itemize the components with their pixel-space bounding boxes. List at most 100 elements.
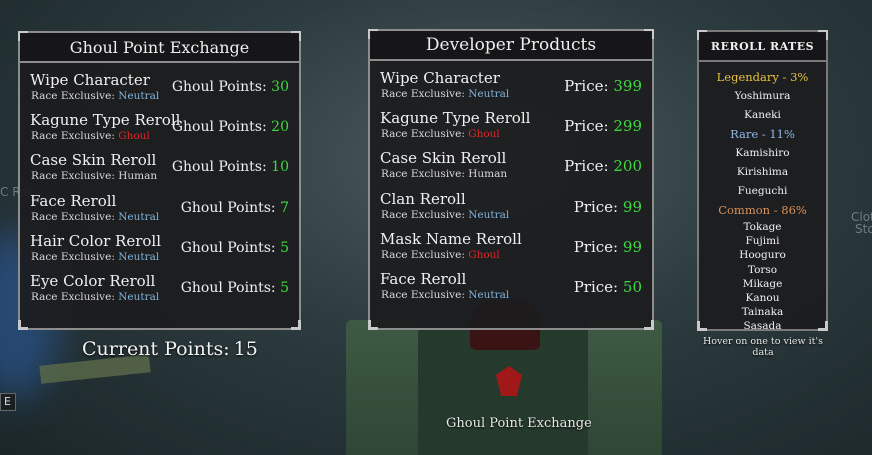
cost-label: Ghoul Points: (171, 79, 267, 95)
developer-product-item[interactable]: Kagune Type Reroll Race Exclusive: Ghoul P… (370, 105, 652, 145)
rate-item[interactable]: Mikage (699, 277, 826, 291)
item-name: Kagune Type Reroll (30, 111, 181, 130)
reroll-rates-panel: REROLL RATES Legendary - 3% Yoshimura Ka… (697, 30, 828, 334)
item-name: Case Skin Reroll (380, 149, 507, 168)
developer-products-title: Developer Products (425, 35, 597, 55)
hover-hint: Hover on one to view it's data (703, 336, 823, 358)
developer-product-item[interactable]: Mask Name Reroll Race Exclusive: Ghoul Pri… (370, 226, 652, 266)
ghoul-exchange-title: Ghoul Point Exchange (69, 37, 250, 57)
rate-item[interactable]: Yoshimura (699, 87, 826, 106)
reroll-rates-title: REROLL RATES (710, 39, 815, 53)
rate-item[interactable]: Kamishiro (699, 144, 826, 163)
cost-value: 5 (280, 279, 289, 296)
developer-product-item[interactable]: Case Skin Reroll Race Exclusive: Human Pri… (370, 145, 652, 185)
item-cost: Ghoul Points: 10 (172, 159, 289, 175)
race-exclusive: Race Exclusive: Neutral (31, 211, 159, 223)
rate-item[interactable]: Tokage (699, 220, 826, 234)
cost-value: 5 (280, 239, 289, 256)
race-exclusive: Race Exclusive: Human (31, 170, 157, 182)
item-name: Wipe Character (380, 69, 500, 87)
keybind-hint-key: E (4, 395, 11, 408)
cost-value: 299 (613, 117, 642, 136)
race-value: Neutral (468, 208, 510, 221)
developer-products-header: Developer Products (370, 31, 652, 61)
race-exclusive: Race Exclusive: Ghoul (381, 128, 500, 140)
race-value: Neutral (118, 210, 160, 223)
cost-value: 50 (622, 277, 642, 296)
cost-value: 399 (613, 77, 642, 95)
item-name: Hair Color Reroll (30, 231, 162, 250)
ghoul-exchange-item[interactable]: Hair Color Reroll Race Exclusive: Neutral… (20, 228, 299, 268)
race-exclusive-label: Race Exclusive: (381, 88, 465, 100)
cost-label: Ghoul Points: (171, 159, 267, 176)
developer-products-list: Wipe Character Race Exclusive: Neutral Pri… (370, 65, 652, 306)
race-exclusive-label: Race Exclusive: (381, 168, 465, 181)
rate-item[interactable]: Tainaka (699, 305, 826, 319)
rate-item[interactable]: Kaneki (699, 106, 826, 125)
race-value: Neutral (118, 290, 160, 303)
race-exclusive-label: Race Exclusive: (31, 250, 115, 263)
item-cost: Ghoul Points: 20 (172, 119, 289, 135)
developer-product-item[interactable]: Wipe Character Race Exclusive: Neutral Pri… (370, 65, 652, 105)
reroll-rates-header: REROLL RATES (699, 32, 826, 62)
item-name: Mask Name Reroll (380, 229, 522, 248)
developer-product-item[interactable]: Face Reroll Race Exclusive: Neutral Price:… (370, 266, 652, 306)
item-cost: Price: 50 (574, 278, 642, 296)
race-exclusive-label: Race Exclusive: (31, 210, 115, 223)
item-cost: Price: 299 (564, 117, 642, 135)
cost-value: 20 (271, 119, 289, 136)
cost-value: 10 (271, 159, 289, 176)
cost-label: Price: (564, 117, 609, 136)
developer-product-item[interactable]: Clan Reroll Race Exclusive: Neutral Price:… (370, 186, 652, 226)
rate-item[interactable]: Kirishima (699, 163, 826, 182)
race-exclusive: Race Exclusive: Neutral (381, 289, 509, 301)
panel-corner (18, 320, 28, 330)
item-cost: Price: 99 (574, 238, 642, 256)
rate-item[interactable]: Torso (699, 263, 826, 277)
rate-tier-legendary: Legendary - 3% (716, 70, 809, 84)
cost-label: Price: (573, 277, 619, 296)
rate-item[interactable]: Fujimi (699, 234, 826, 248)
panel-corner (368, 320, 378, 330)
keybind-hint-box[interactable]: E (0, 393, 16, 411)
item-cost: Ghoul Points: 5 (181, 280, 289, 296)
item-name: Clan Reroll (380, 189, 466, 208)
ghoul-exchange-item[interactable]: Case Skin Reroll Race Exclusive: Human Gho… (20, 147, 299, 187)
panel-corner (644, 320, 654, 330)
item-name: Kagune Type Reroll (380, 109, 531, 128)
ghoul-exchange-item[interactable]: Face Reroll Race Exclusive: Neutral Ghoul … (20, 188, 299, 228)
ghoul-point-exchange-prompt[interactable]: Ghoul Point Exchange (446, 416, 592, 431)
cost-label: Ghoul Points: (180, 239, 276, 256)
race-exclusive: Race Exclusive: Neutral (31, 291, 159, 303)
race-exclusive-label: Race Exclusive: (31, 90, 115, 102)
item-name: Face Reroll (30, 191, 117, 210)
cost-label: Ghoul Points: (180, 279, 276, 296)
race-value: Ghoul (118, 130, 150, 143)
current-points-label: Current Points: (82, 338, 230, 360)
reroll-rates-list: Legendary - 3% Yoshimura Kaneki Rare - 1… (699, 68, 826, 334)
ghoul-exchange-item[interactable]: Kagune Type Reroll Race Exclusive: Ghoul G… (20, 107, 299, 147)
ghoul-exchange-list: Wipe Character Race Exclusive: Neutral Gho… (20, 67, 299, 308)
race-exclusive-label: Race Exclusive: (381, 288, 465, 301)
rate-item[interactable]: Fueguchi (699, 182, 826, 201)
current-points-value: 15 (233, 338, 258, 360)
race-exclusive: Race Exclusive: Ghoul (381, 249, 500, 261)
rate-item[interactable]: Hooguro (699, 248, 826, 262)
cost-label: Ghoul Points: (180, 199, 276, 216)
ghoul-exchange-item[interactable]: Wipe Character Race Exclusive: Neutral Gho… (20, 67, 299, 107)
race-exclusive-label: Race Exclusive: (381, 208, 465, 221)
cost-value: 30 (271, 79, 289, 95)
ghoul-exchange-item[interactable]: Eye Color Reroll Race Exclusive: Neutral G… (20, 268, 299, 308)
developer-products-panel: Developer Products Wipe Character Race Ex… (368, 29, 654, 330)
rate-item[interactable]: Kanou (699, 291, 826, 305)
cost-value: 7 (280, 199, 289, 216)
race-exclusive: Race Exclusive: Neutral (381, 209, 509, 221)
race-value: Human (468, 168, 508, 181)
item-cost: Price: 99 (574, 198, 642, 216)
item-cost: Ghoul Points: 5 (181, 240, 289, 256)
rate-item[interactable]: Sasada (699, 319, 826, 333)
background-nametag-right-2: Stor (855, 222, 872, 236)
cost-label: Price: (573, 237, 619, 256)
race-value: Ghoul (468, 128, 500, 141)
race-value: Human (118, 170, 158, 183)
